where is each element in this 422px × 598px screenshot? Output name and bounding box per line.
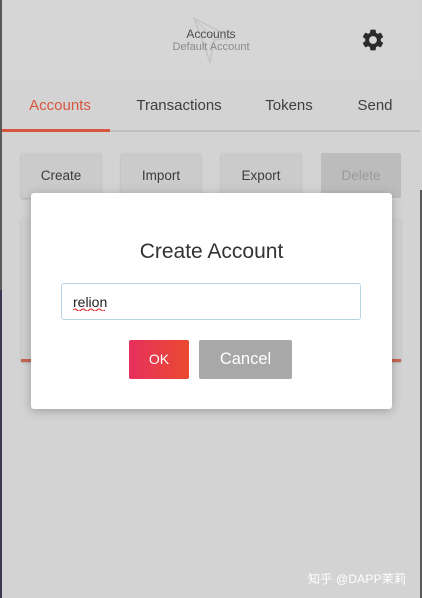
gear-icon[interactable] bbox=[360, 27, 386, 53]
watermark: 知乎 @DAPP茉莉 bbox=[308, 572, 407, 586]
header-title: Accounts bbox=[186, 27, 236, 41]
spellcheck-underline bbox=[73, 308, 106, 311]
tab-send[interactable]: Send bbox=[342, 80, 408, 132]
tab-tokens[interactable]: Tokens bbox=[250, 80, 328, 132]
dialog-title: Create Account bbox=[139, 240, 284, 263]
export-button[interactable]: Export bbox=[221, 153, 301, 198]
header-subtitle: Default Account bbox=[172, 41, 250, 53]
create-account-dialog: Create Account OK Cancel bbox=[31, 193, 392, 409]
create-button[interactable]: Create bbox=[21, 153, 101, 198]
tab-accounts[interactable]: Accounts bbox=[2, 80, 118, 132]
import-button[interactable]: Import bbox=[121, 153, 201, 198]
delete-button[interactable]: Delete bbox=[321, 153, 401, 198]
tab-bar: Accounts Transactions Tokens Send bbox=[2, 80, 420, 132]
active-tab-indicator bbox=[2, 129, 110, 132]
tab-transactions[interactable]: Transactions bbox=[124, 80, 234, 132]
ok-button[interactable]: OK bbox=[129, 340, 189, 379]
account-name-input[interactable] bbox=[61, 283, 361, 320]
header: Accounts Default Account bbox=[2, 0, 420, 80]
cancel-button[interactable]: Cancel bbox=[199, 340, 292, 379]
